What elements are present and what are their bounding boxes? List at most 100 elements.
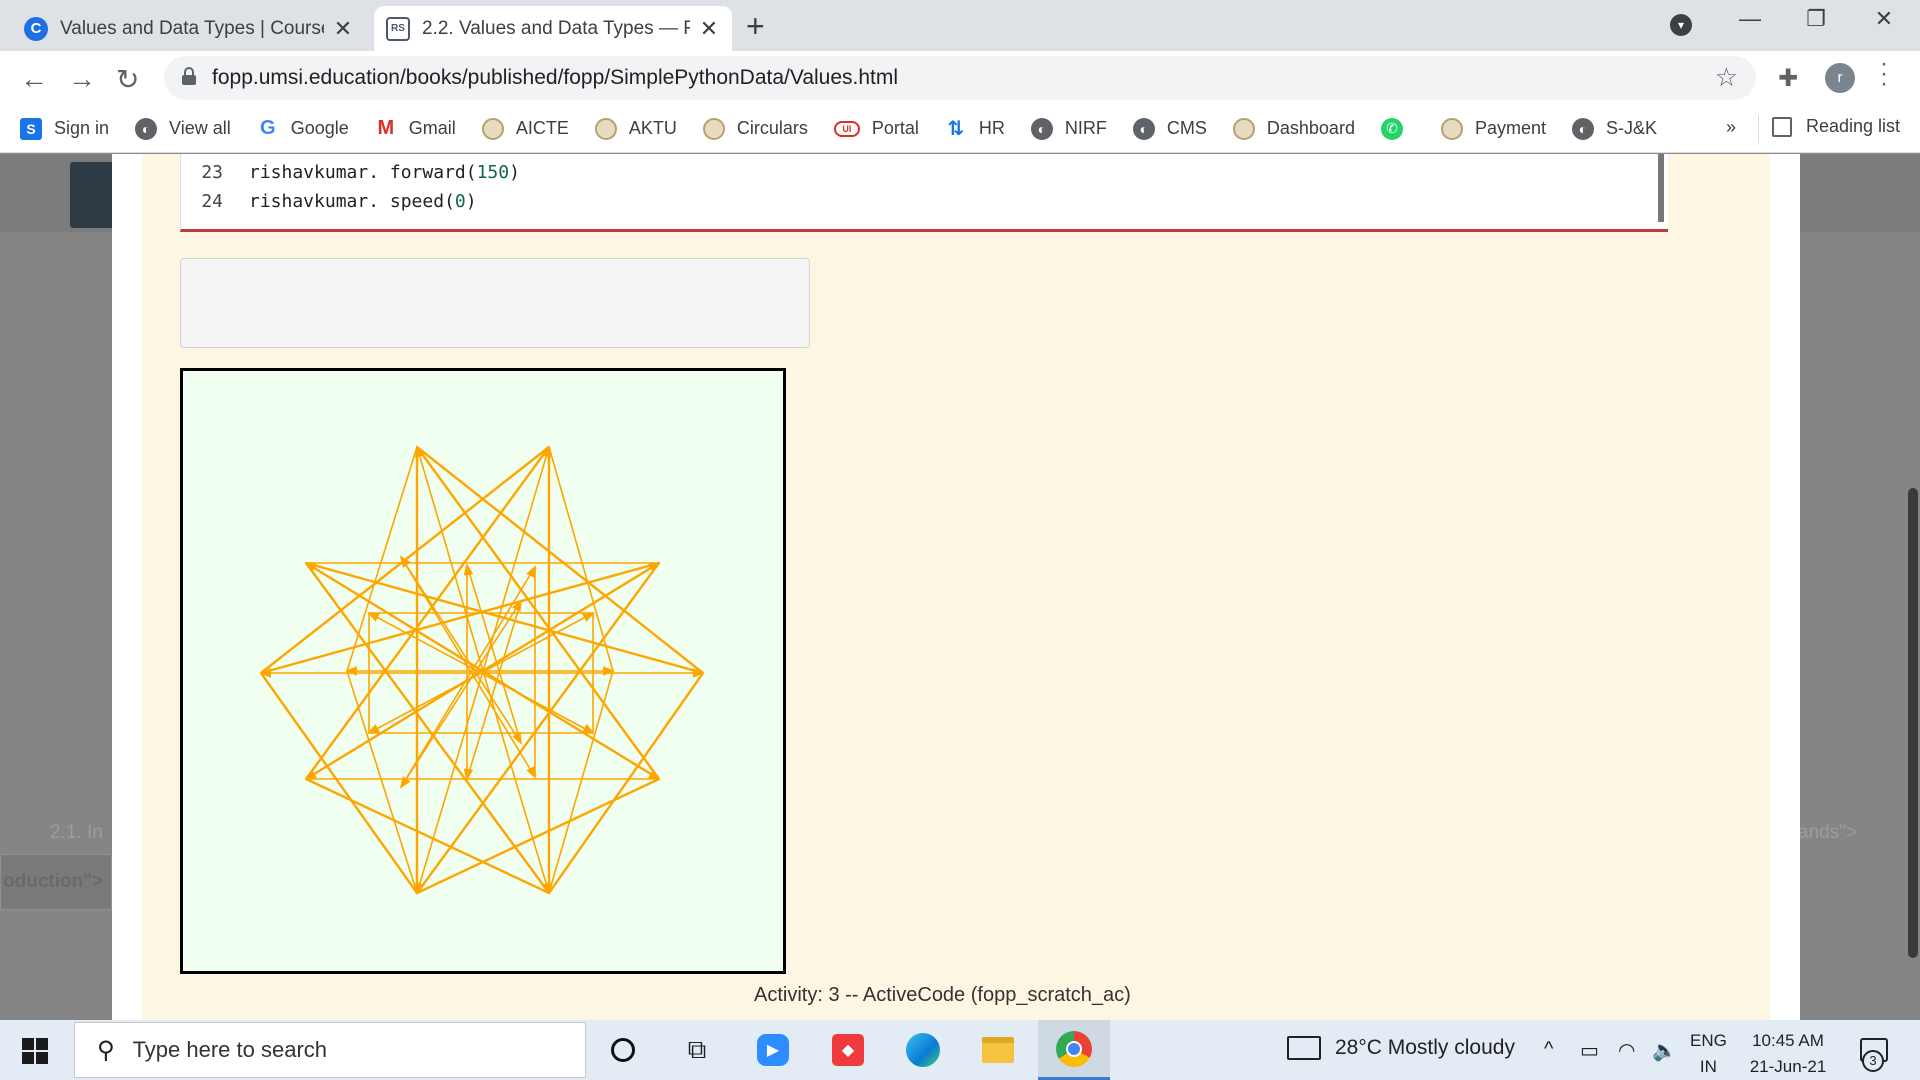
edge-icon[interactable] (903, 1030, 943, 1070)
show-hidden-icons-icon[interactable]: ^ (1544, 1038, 1553, 1061)
turtle-line (260, 672, 418, 894)
turtle-line (416, 446, 704, 674)
turtle-arrowhead (463, 563, 474, 576)
bookmark-whatsapp[interactable]: ✆ (1380, 117, 1415, 140)
bookmarks-bar: S Sign in ◐ View all G Google M Gmail AICTE … (0, 105, 1920, 153)
forward-icon[interactable]: → (68, 63, 96, 95)
bookmark-view-all[interactable]: ◐ View all (135, 117, 231, 140)
seal-icon (481, 117, 504, 140)
zoom-icon[interactable]: ▶ (753, 1030, 793, 1070)
code-line[interactable]: 24 rishavkumar. speed(0) (181, 191, 476, 212)
lock-icon[interactable] (182, 67, 196, 85)
seal-icon (1232, 117, 1255, 140)
extensions-icon[interactable]: ✚ (1778, 64, 1798, 93)
seal-icon (702, 117, 725, 140)
turtle-canvas (180, 368, 786, 974)
turtle-line (416, 777, 660, 895)
search-icon: ⚲ (97, 1036, 115, 1064)
close-window-icon[interactable]: ✕ (1854, 6, 1914, 32)
seal-icon (594, 117, 617, 140)
file-explorer-icon[interactable] (978, 1030, 1018, 1070)
turtle-line (548, 672, 704, 894)
menu-icon[interactable]: · · · (1880, 52, 1888, 96)
globe-icon: ◐ (1030, 117, 1053, 140)
bookmark-aicte[interactable]: AICTE (481, 117, 569, 140)
anydesk-icon[interactable]: ◆ (828, 1030, 868, 1070)
tab-title: Values and Data Types | Coursera (60, 17, 324, 39)
weather-widget[interactable]: 28°C Mostly cloudy (1287, 1036, 1515, 1060)
globe-icon: ◐ (1572, 117, 1594, 140)
reading-list-button[interactable]: Reading list (1772, 116, 1900, 137)
turtle-arrowhead (399, 776, 411, 789)
bookmark-dashboard[interactable]: Dashboard (1232, 117, 1355, 140)
cortana-icon[interactable] (603, 1030, 643, 1070)
close-icon[interactable]: ✕ (332, 16, 354, 42)
battery-icon[interactable]: ▭ (1580, 1038, 1599, 1063)
task-view-icon[interactable]: ⧉ (677, 1030, 717, 1070)
page-viewport: 2.1. In oduction"> ands"> 23 rishavkumar.… (0, 154, 1920, 1020)
bookmarks-overflow-button[interactable]: » (1726, 117, 1736, 138)
activity-caption: Activity: 3 -- ActiveCode (fopp_scratch_… (754, 984, 1131, 1006)
language-indicator[interactable]: ENG IN (1690, 1028, 1727, 1080)
book-icon: RS (386, 16, 410, 41)
profile-avatar[interactable]: r (1825, 63, 1855, 93)
bookmark-star-icon[interactable]: ☆ (1715, 62, 1738, 93)
background-next-link: ands"> (1798, 822, 1858, 843)
bookmark-sign-in[interactable]: S Sign in (20, 117, 109, 140)
s-icon: S (20, 117, 42, 140)
address-bar[interactable]: fopp.umsi.education/books/published/fopp… (164, 56, 1756, 100)
portal-icon: UI (833, 120, 860, 137)
activecode-container: 23 rishavkumar. forward(150) 24 rishavkuma… (142, 154, 1770, 1020)
tab-values-data-types[interactable]: RS 2.2. Values and Data Types — Fou ✕ (374, 6, 732, 51)
code-line[interactable]: 23 rishavkumar. forward(150) (181, 162, 520, 183)
background-prev-link: 2.1. In (50, 822, 103, 843)
volume-icon[interactable]: 🔈 (1652, 1038, 1677, 1063)
globe-icon: ◐ (1132, 117, 1155, 140)
wifi-icon[interactable]: ◠ (1618, 1038, 1635, 1063)
notification-badge: 3 (1862, 1050, 1884, 1072)
bookmark-aktu[interactable]: AKTU (594, 117, 677, 140)
bookmark-circulars[interactable]: Circulars (702, 117, 808, 140)
output-box (180, 258, 810, 348)
code-editor[interactable]: 23 rishavkumar. forward(150) 24 rishavkuma… (180, 154, 1668, 232)
tab-strip: C Values and Data Types | Coursera ✕ RS … (0, 0, 1920, 51)
bookmark-gmail[interactable]: M Gmail (375, 117, 455, 140)
url-text[interactable]: fopp.umsi.education/books/published/fopp… (212, 66, 898, 90)
system-clock[interactable]: 10:45 AM 21-Jun-21 (1746, 1028, 1830, 1080)
bookmarks-divider (1758, 115, 1759, 143)
taskbar-search-input[interactable]: ⚲ Type here to search (74, 1022, 586, 1078)
turtle-arrowhead (526, 565, 536, 578)
editor-scrollbar[interactable] (1658, 154, 1664, 222)
close-icon[interactable]: ✕ (698, 16, 720, 42)
minimize-icon[interactable]: — (1720, 6, 1780, 32)
hr-icon: ⇅ (947, 118, 965, 140)
tab-search-icon[interactable]: ▾ (1670, 14, 1692, 36)
reading-list-icon (1772, 116, 1792, 137)
bookmark-payment[interactable]: Payment (1440, 117, 1546, 140)
windows-start-icon[interactable] (22, 1038, 48, 1064)
bookmark-hr[interactable]: ⇅ HR (945, 118, 1005, 140)
turtle-line (548, 670, 614, 894)
turtle-line (400, 556, 536, 778)
tab-coursera[interactable]: C Values and Data Types | Coursera ✕ (12, 6, 366, 51)
turtle-arrowhead (603, 666, 615, 676)
chrome-icon[interactable] (1038, 1020, 1110, 1080)
bookmark-google[interactable]: G Google (257, 117, 349, 140)
back-icon[interactable]: ← (20, 63, 48, 95)
gmail-icon: M (377, 117, 395, 139)
reload-icon[interactable]: ↻ (116, 63, 139, 96)
bookmark-nirf[interactable]: ◐ NIRF (1030, 117, 1107, 140)
bookmark-s-jk[interactable]: ◐ S-J&K (1572, 117, 1657, 140)
tab-title: 2.2. Values and Data Types — Fou (422, 17, 690, 39)
globe-icon: ◐ (135, 117, 158, 140)
taskbar: ⚲ Type here to search ⧉ ▶ ◆ 28°C Mostly … (0, 1020, 1920, 1080)
bookmark-cms[interactable]: ◐ CMS (1132, 117, 1207, 140)
page-scrollbar[interactable] (1908, 488, 1918, 958)
scratch-activecode-panel: 23 rishavkumar. forward(150) 24 rishavkuma… (112, 154, 1800, 1020)
turtle-line (466, 564, 522, 744)
restore-icon[interactable]: ❐ (1786, 6, 1846, 32)
bookmark-portal[interactable]: UI Portal (833, 118, 919, 139)
new-tab-button[interactable]: + (746, 8, 765, 45)
news-weather-icon (1287, 1036, 1321, 1060)
browser-toolbar: ← → ↻ fopp.umsi.education/books/publishe… (0, 51, 1920, 105)
